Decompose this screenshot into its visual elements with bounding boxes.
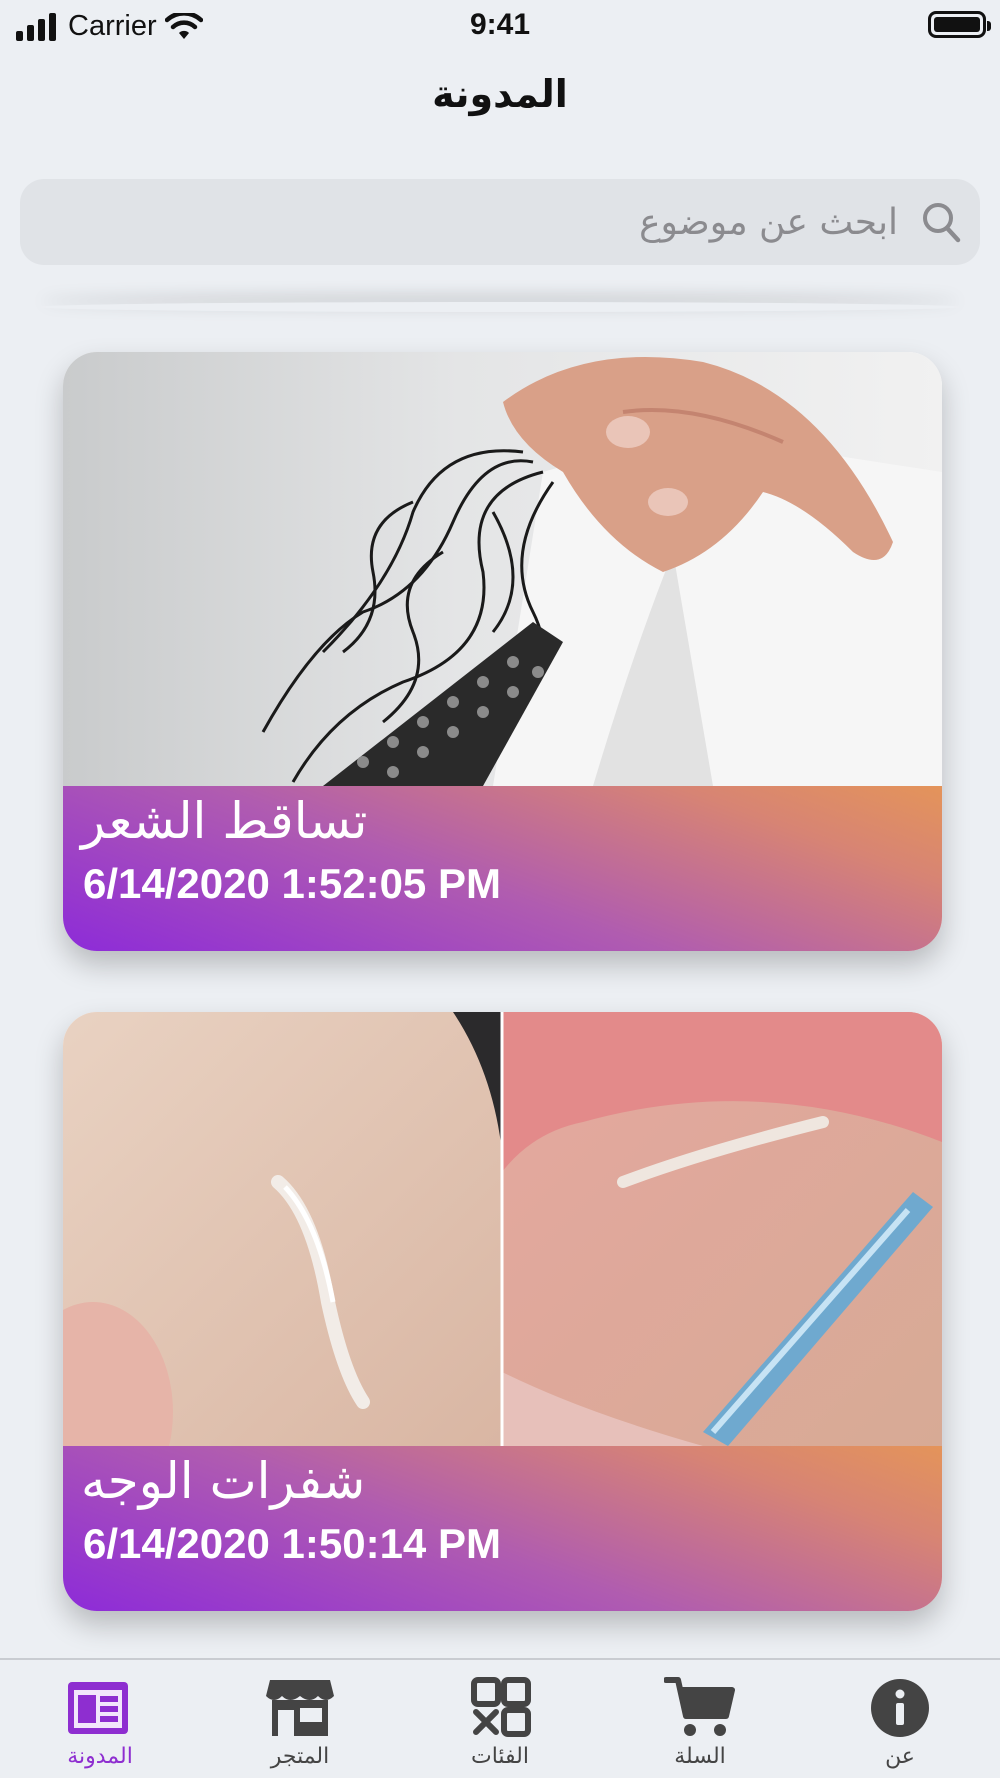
- tab-label: الفئات: [471, 1744, 529, 1769]
- search-icon: [923, 203, 961, 243]
- post-caption: شفرات الوجه 6/14/2020 1:50:14 PM: [63, 1446, 942, 1611]
- header-divider: [40, 302, 960, 312]
- post-caption: تساقط الشعر 6/14/2020 1:52:05 PM: [63, 786, 942, 951]
- post-title: تساقط الشعر: [81, 792, 368, 850]
- tab-label: المتجر: [270, 1744, 330, 1769]
- tab-categories[interactable]: الفئات: [400, 1660, 600, 1778]
- blog-icon: [68, 1682, 128, 1734]
- info-icon: [871, 1679, 929, 1737]
- battery-icon: [928, 11, 991, 38]
- tab-cart[interactable]: السلة: [600, 1660, 800, 1778]
- search-input[interactable]: [98, 179, 898, 265]
- tab-store[interactable]: المتجر: [200, 1660, 400, 1778]
- post-date: 6/14/2020 1:50:14 PM: [83, 1520, 501, 1567]
- search-bar[interactable]: [20, 179, 980, 265]
- post-card[interactable]: شفرات الوجه 6/14/2020 1:50:14 PM: [63, 1012, 942, 1611]
- face-shaving-photo: [63, 1012, 942, 1446]
- tab-bar: المدونة المتجر الفئات السلة عن: [0, 1658, 1000, 1778]
- tab-label: عن: [885, 1744, 915, 1769]
- post-title: شفرات الوجه: [81, 1452, 366, 1510]
- post-date: 6/14/2020 1:52:05 PM: [83, 860, 501, 907]
- page-title: المدونة: [432, 72, 568, 116]
- status-bar: Carrier 9:41: [0, 0, 1000, 52]
- categories-icon: [471, 1677, 531, 1737]
- post-card[interactable]: تساقط الشعر 6/14/2020 1:52:05 PM: [63, 352, 942, 951]
- tab-about[interactable]: عن: [800, 1660, 1000, 1778]
- tab-label: السلة: [674, 1744, 726, 1769]
- cart-icon: [664, 1677, 735, 1736]
- tab-blog[interactable]: المدونة: [0, 1660, 200, 1778]
- hair-loss-photo: [63, 352, 942, 786]
- status-time: 9:41: [469, 8, 531, 41]
- tab-label: المدونة: [67, 1744, 133, 1769]
- store-icon: [266, 1680, 334, 1736]
